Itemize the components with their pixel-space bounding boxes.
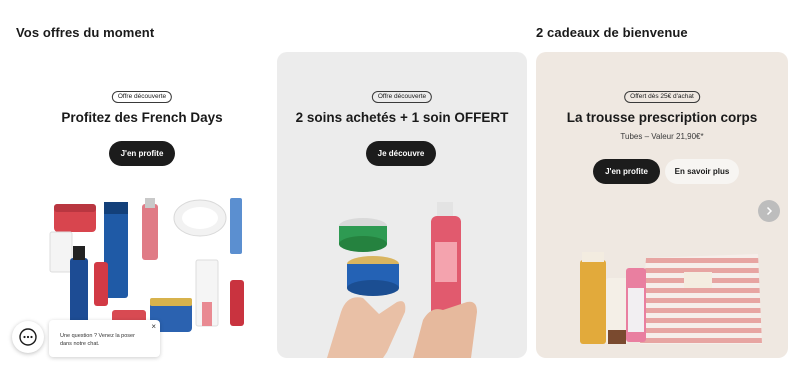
close-icon[interactable]: × [151, 323, 156, 331]
gift-badge: Offert dès 25€ d'achat [624, 91, 700, 103]
section-title-cadeaux: 2 cadeaux de bienvenue [536, 25, 688, 40]
chat-invite-popup[interactable]: × Une question ? Venez la poser dans not… [49, 320, 160, 357]
je-decouvre-button[interactable]: Je découvre [366, 141, 436, 166]
jen-profite-button[interactable]: J'en profite [109, 141, 175, 166]
gift-title: La trousse prescription corps [566, 110, 758, 125]
offer-title: 2 soins achetés + 1 soin OFFERT [295, 110, 509, 125]
offer-card-2-plus-1[interactable]: Offre découverte 2 soins achetés + 1 soi… [277, 52, 527, 358]
chat-bubble-icon [19, 328, 37, 346]
trousse-image [580, 252, 762, 344]
jen-profite-button[interactable]: J'en profite [593, 159, 660, 184]
chevron-right-icon [766, 206, 773, 216]
gift-subtitle: Tubes – Valeur 21,90€* [620, 132, 704, 141]
carousel-next-button[interactable] [758, 200, 780, 222]
chat-invite-text: Une question ? Venez la poser dans notre… [60, 333, 135, 347]
section-title-offres: Vos offres du moment [16, 25, 155, 40]
offer-title: Profitez des French Days [61, 110, 223, 125]
chat-open-button[interactable] [12, 321, 44, 353]
offer-card-french-days[interactable]: Offre découverte Profitez des French Day… [16, 52, 268, 358]
hands-products-image [327, 202, 477, 358]
offer-badge: Offre découverte [111, 91, 173, 103]
gift-card-trousse[interactable]: Offert dès 25€ d'achat La trousse prescr… [536, 52, 788, 358]
en-savoir-plus-button[interactable]: En savoir plus [665, 159, 739, 184]
offer-badge: Offre découverte [371, 91, 433, 103]
